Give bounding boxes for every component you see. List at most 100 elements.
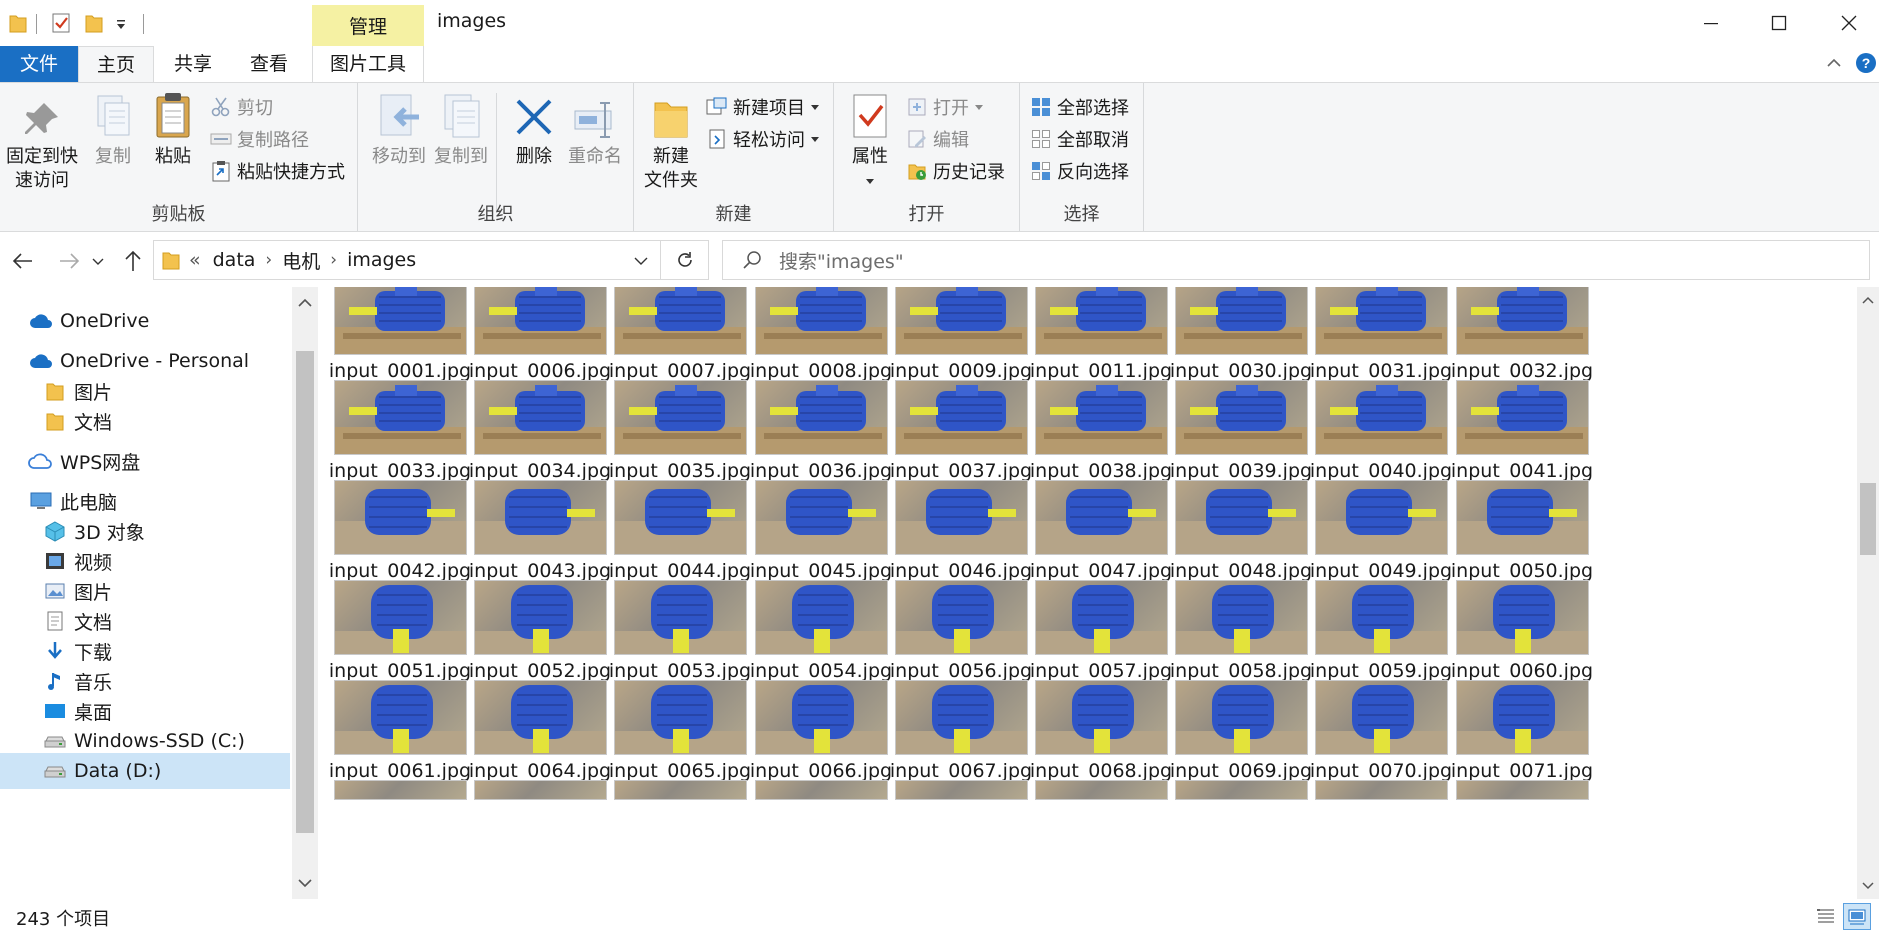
file-thumbnail[interactable] [614, 780, 747, 800]
nav-item-label: 视频 [74, 551, 113, 574]
file-name[interactable]: input_0071.jpg [1422, 760, 1622, 782]
file-item[interactable]: input_0071.jpg [1422, 675, 1593, 795]
copy-to-button[interactable]: 复制到 [428, 91, 494, 169]
file-item[interactable]: input_0067.jpg [861, 675, 1032, 795]
file-item[interactable]: input_0061.jpg [320, 675, 471, 795]
tab-share[interactable]: 共享 [160, 46, 226, 83]
file-thumbnail[interactable] [334, 780, 467, 800]
chevron-right-icon[interactable]: › [265, 250, 272, 270]
chevron-right-icon[interactable]: › [330, 250, 337, 270]
rename-button[interactable]: 重命名 [564, 91, 626, 169]
edit-button[interactable]: 编辑 [906, 125, 969, 153]
file-item[interactable]: input_0066.jpg [721, 675, 892, 795]
invert-selection-button[interactable]: 反向选择 [1030, 157, 1129, 185]
large-icons-view-button[interactable] [1843, 903, 1871, 930]
nav-item-label: OneDrive [60, 310, 150, 332]
scroll-down-icon[interactable] [1857, 875, 1879, 897]
move-to-button[interactable]: 移动到 [366, 91, 432, 169]
file-thumbnail[interactable] [1175, 780, 1308, 800]
history-icon [906, 160, 928, 182]
file-thumbnail[interactable] [1456, 380, 1589, 455]
large-icons-view-icon [1848, 909, 1866, 924]
file-thumbnail[interactable] [1456, 480, 1589, 555]
cut-button[interactable]: 剪切 [210, 93, 273, 121]
scroll-up-icon[interactable] [292, 291, 318, 315]
close-button[interactable] [1814, 0, 1879, 46]
file-thumbnail[interactable] [895, 780, 1028, 800]
move-to-icon [366, 91, 432, 139]
file-thumbnail[interactable] [1456, 680, 1589, 755]
recent-locations-button[interactable] [88, 245, 108, 277]
scroll-up-icon[interactable] [1857, 289, 1879, 311]
file-item[interactable]: input_0070.jpg [1281, 675, 1452, 795]
history-label: 历史记录 [933, 162, 1005, 183]
nav-item[interactable]: 文档 [0, 403, 290, 439]
file-thumbnail[interactable] [1456, 580, 1589, 655]
file-item[interactable]: input_0069.jpg [1141, 675, 1312, 795]
computer-icon [28, 488, 54, 514]
nav-scrollbar-thumb[interactable] [296, 351, 314, 833]
forward-button[interactable] [54, 245, 84, 277]
collapse-ribbon-icon[interactable] [1825, 52, 1843, 79]
folder-icon [42, 378, 68, 404]
easy-access-icon [706, 128, 728, 150]
delete-button[interactable]: 删除 [506, 91, 562, 169]
new-folder-button[interactable]: 新建 文件夹 [638, 91, 704, 193]
breadcrumb-overflow[interactable]: « [189, 249, 201, 271]
up-button[interactable] [118, 245, 148, 277]
new-item-icon [706, 96, 728, 118]
breadcrumb-images[interactable]: images [347, 249, 416, 271]
cloud-icon [28, 348, 54, 374]
properties-button[interactable]: 属性 [842, 91, 898, 193]
customize-quick-access-icon[interactable] [114, 10, 128, 36]
chevron-down-icon[interactable] [634, 256, 648, 266]
search-box[interactable]: 搜索"images" [722, 240, 1870, 280]
tab-view[interactable]: 查看 [236, 46, 302, 83]
delete-icon [506, 91, 562, 139]
paste-shortcut-button[interactable]: 粘贴快捷方式 [210, 157, 345, 185]
tab-picture-tools[interactable]: 图片工具 [312, 46, 424, 83]
paste-button[interactable]: 粘贴 [148, 91, 198, 169]
new-item-button[interactable]: 新建项目 [706, 93, 821, 121]
copy-button[interactable]: 复制 [88, 91, 138, 169]
content-scrollbar-thumb[interactable] [1860, 483, 1876, 555]
nav-scrollbar[interactable] [292, 287, 318, 899]
details-view-button[interactable] [1814, 904, 1838, 928]
file-thumbnail[interactable] [474, 780, 607, 800]
nav-item[interactable]: OneDrive [0, 303, 290, 339]
select-none-button[interactable]: 全部取消 [1030, 125, 1129, 153]
tab-file[interactable]: 文件 [0, 46, 78, 83]
help-icon[interactable]: ? [1855, 52, 1877, 79]
file-item[interactable]: input_0064.jpg [440, 675, 611, 795]
copy-path-button[interactable]: 复制路径 [210, 125, 309, 153]
file-item[interactable]: input_0068.jpg [1001, 675, 1172, 795]
breadcrumb-data[interactable]: data [213, 249, 256, 271]
pin-to-quick-access-button[interactable]: 固定到快 速访问 [2, 91, 82, 193]
back-button[interactable] [8, 245, 38, 277]
file-thumbnail[interactable] [1456, 780, 1589, 800]
file-thumbnail[interactable] [1315, 780, 1448, 800]
file-thumbnail[interactable] [1035, 780, 1168, 800]
content-scrollbar[interactable] [1857, 287, 1879, 899]
new-folder-quick-icon[interactable] [84, 10, 104, 36]
breadcrumb-motor[interactable]: 电机 [282, 247, 320, 274]
easy-access-button[interactable]: 轻松访问 [706, 125, 821, 153]
file-thumbnail[interactable] [1456, 287, 1589, 355]
nav-item[interactable]: WPS网盘 [0, 443, 290, 479]
select-all-button[interactable]: 全部选择 [1030, 93, 1129, 121]
history-button[interactable]: 历史记录 [906, 157, 1005, 185]
address-bar[interactable]: « data › 电机 › images [153, 240, 661, 280]
refresh-button[interactable] [661, 240, 709, 280]
maximize-button[interactable] [1744, 0, 1814, 46]
new-folder-icon [638, 91, 704, 139]
tab-manage[interactable]: 管理 [312, 5, 424, 46]
properties-quick-icon[interactable] [50, 10, 72, 36]
open-button[interactable]: 打开 [906, 93, 985, 121]
tab-home[interactable]: 主页 [78, 46, 154, 83]
file-item[interactable]: input_0065.jpg [580, 675, 751, 795]
file-thumbnail[interactable] [755, 780, 888, 800]
minimize-button[interactable] [1676, 0, 1746, 46]
maximize-icon [1771, 15, 1787, 31]
scroll-down-icon[interactable] [292, 871, 318, 895]
nav-item[interactable]: Data (D:) [0, 753, 290, 789]
